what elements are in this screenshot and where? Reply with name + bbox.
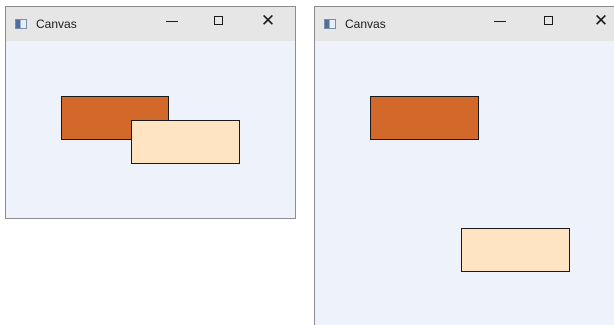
bisque-rectangle (131, 120, 240, 164)
window-title: Canvas (36, 17, 77, 31)
canvas-window-left: Canvas ✕ (5, 6, 296, 219)
minimize-icon (166, 21, 178, 22)
maximize-button[interactable] (209, 11, 229, 31)
canvas-window-right: Canvas ✕ (314, 6, 614, 325)
window-title: Canvas (345, 17, 386, 31)
maximize-button[interactable] (539, 11, 559, 31)
close-icon: ✕ (593, 11, 609, 30)
minimize-icon (494, 21, 506, 22)
close-button[interactable]: ✕ (591, 11, 611, 31)
minimize-button[interactable] (490, 11, 510, 31)
titlebar[interactable]: Canvas ✕ (6, 7, 295, 41)
close-icon: ✕ (260, 11, 276, 30)
orange-rectangle (370, 96, 479, 140)
bisque-rectangle (461, 228, 570, 272)
titlebar[interactable]: Canvas ✕ (315, 7, 614, 41)
app-icon (324, 19, 336, 29)
maximize-icon (214, 16, 223, 25)
minimize-button[interactable] (162, 11, 182, 31)
close-button[interactable]: ✕ (258, 11, 278, 31)
app-icon (15, 19, 27, 29)
maximize-icon (544, 16, 553, 25)
